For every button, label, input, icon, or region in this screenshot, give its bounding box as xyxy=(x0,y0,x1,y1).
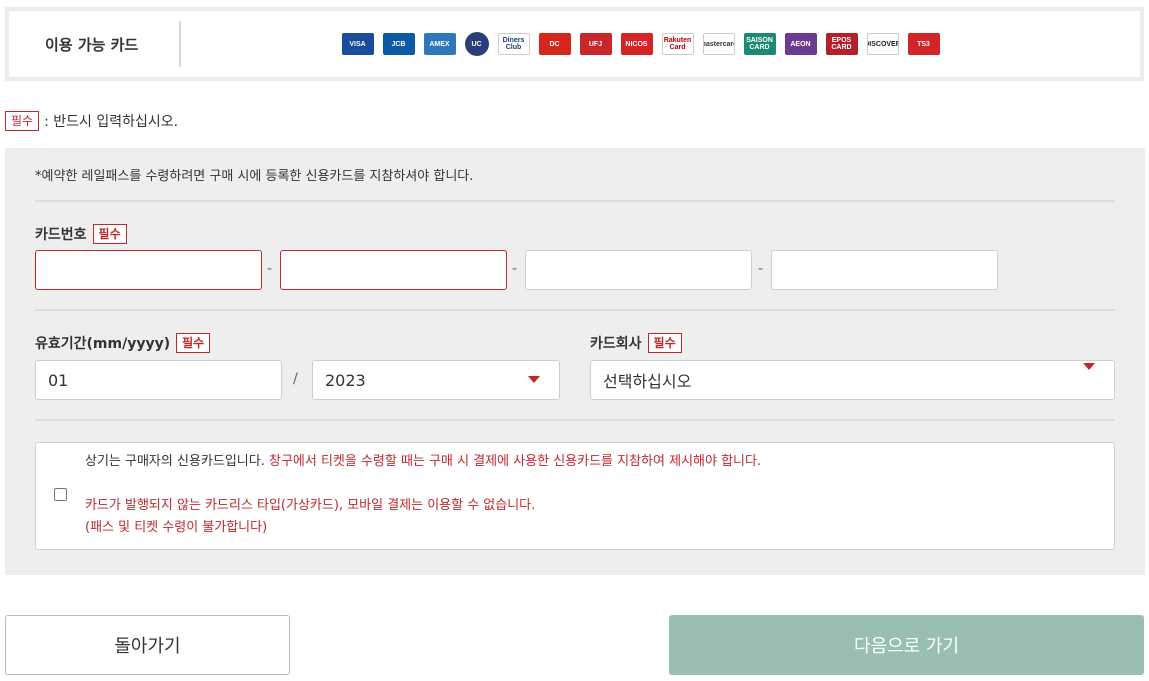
card-company-select[interactable]: 선택하십시오 xyxy=(590,360,1115,400)
expiry-label-text: 유효기간(mm/yyyy) xyxy=(35,336,171,352)
divider xyxy=(35,419,1115,421)
required-note-text: : 반드시 입력하십시오. xyxy=(44,114,179,130)
amex-logo: AMEX xyxy=(423,33,456,55)
required-badge: 필수 xyxy=(176,333,211,353)
card-company-selected: 선택하십시오 xyxy=(603,372,692,391)
expiry-year-select[interactable]: 2023 xyxy=(312,360,560,400)
card-number-label-text: 카드번호 xyxy=(35,227,87,243)
required-badge: 필수 xyxy=(647,333,682,353)
agreement-line-3: (패스 및 티켓 수령이 불가합니다) xyxy=(85,520,268,535)
ts3-logo: TS3 xyxy=(907,33,940,55)
card-number-separator: - xyxy=(758,261,764,277)
card-number-field-2[interactable] xyxy=(280,250,507,290)
expiry-year-value: 2023 xyxy=(325,370,366,390)
card-company-label-text: 카드회사 xyxy=(590,336,642,352)
agreement-box: 상기는 구매자의 신용카드입니다. 창구에서 티켓을 수령할 때는 구매 시 결… xyxy=(35,442,1115,550)
divider xyxy=(35,309,1115,311)
divider xyxy=(35,200,1115,202)
mastercard-logo: mastercard xyxy=(702,33,735,55)
card-number-field-3[interactable] xyxy=(525,250,752,290)
expiry-separator: / xyxy=(293,371,298,387)
nicos-logo: NICOS xyxy=(620,33,653,55)
visa-logo: VISA xyxy=(341,33,374,55)
required-note: 필수 : 반드시 입력하십시오. xyxy=(5,111,178,131)
agreement-line-2: 카드가 발행되지 않는 카드리스 타입(가상카드), 모바일 결제는 이용할 수… xyxy=(85,498,536,513)
chevron-down-icon xyxy=(528,376,540,383)
card-logos: VISA JCB AMEX UC Diners Club DC UFJ NICOS Rakute… xyxy=(181,32,1140,56)
next-button[interactable]: 다음으로 가기 xyxy=(669,615,1144,675)
jcb-logo: JCB xyxy=(382,33,415,55)
agreement-line-1-dark: 상기는 구매자의 신용카드입니다. xyxy=(85,454,265,469)
card-number-label: 카드번호 필수 xyxy=(35,224,127,244)
required-badge: 필수 xyxy=(92,224,127,244)
discover-logo: DISCOVER xyxy=(866,33,899,55)
chevron-down-icon xyxy=(1083,363,1095,370)
expiry-label: 유효기간(mm/yyyy) 필수 xyxy=(35,333,211,353)
ufj-logo: UFJ xyxy=(579,33,612,55)
back-button[interactable]: 돌아가기 xyxy=(5,615,290,675)
diners-club-logo: Diners Club xyxy=(497,33,530,55)
aeon-logo: AEON xyxy=(784,33,817,55)
saison-logo: SAISON CARD xyxy=(743,33,776,55)
card-number-field-4[interactable] xyxy=(771,250,998,290)
rakuten-logo: Rakuten Card xyxy=(661,33,694,55)
notice-text: *예약한 레일패스를 수령하려면 구매 시에 등록한 신용카드를 지참하셔야 합… xyxy=(35,169,474,184)
agreement-line-1-red: 창구에서 티켓을 수령할 때는 구매 시 결제에 사용한 신용카드를 지참하여 … xyxy=(268,454,762,469)
epos-logo: EPOS CARD xyxy=(825,33,858,55)
card-number-separator: - xyxy=(512,261,518,277)
available-cards-title: 이용 가능 카드 xyxy=(9,21,181,67)
available-cards-bar: 이용 가능 카드 VISA JCB AMEX UC Diners Club DC UFJ NI… xyxy=(5,7,1144,81)
uc-logo: UC xyxy=(464,32,489,56)
required-badge: 필수 xyxy=(5,111,40,131)
dc-logo: DC xyxy=(538,33,571,55)
card-company-label: 카드회사 필수 xyxy=(590,333,682,353)
card-number-field-1[interactable] xyxy=(35,250,262,290)
agreement-checkbox[interactable] xyxy=(54,488,67,501)
expiry-month-select[interactable]: 01 xyxy=(35,360,282,400)
card-form-panel: *예약한 레일패스를 수령하려면 구매 시에 등록한 신용카드를 지참하셔야 합… xyxy=(5,148,1145,575)
agreement-line-1: 상기는 구매자의 신용카드입니다. 창구에서 티켓을 수령할 때는 구매 시 결… xyxy=(85,453,761,471)
card-number-separator: - xyxy=(267,261,273,277)
